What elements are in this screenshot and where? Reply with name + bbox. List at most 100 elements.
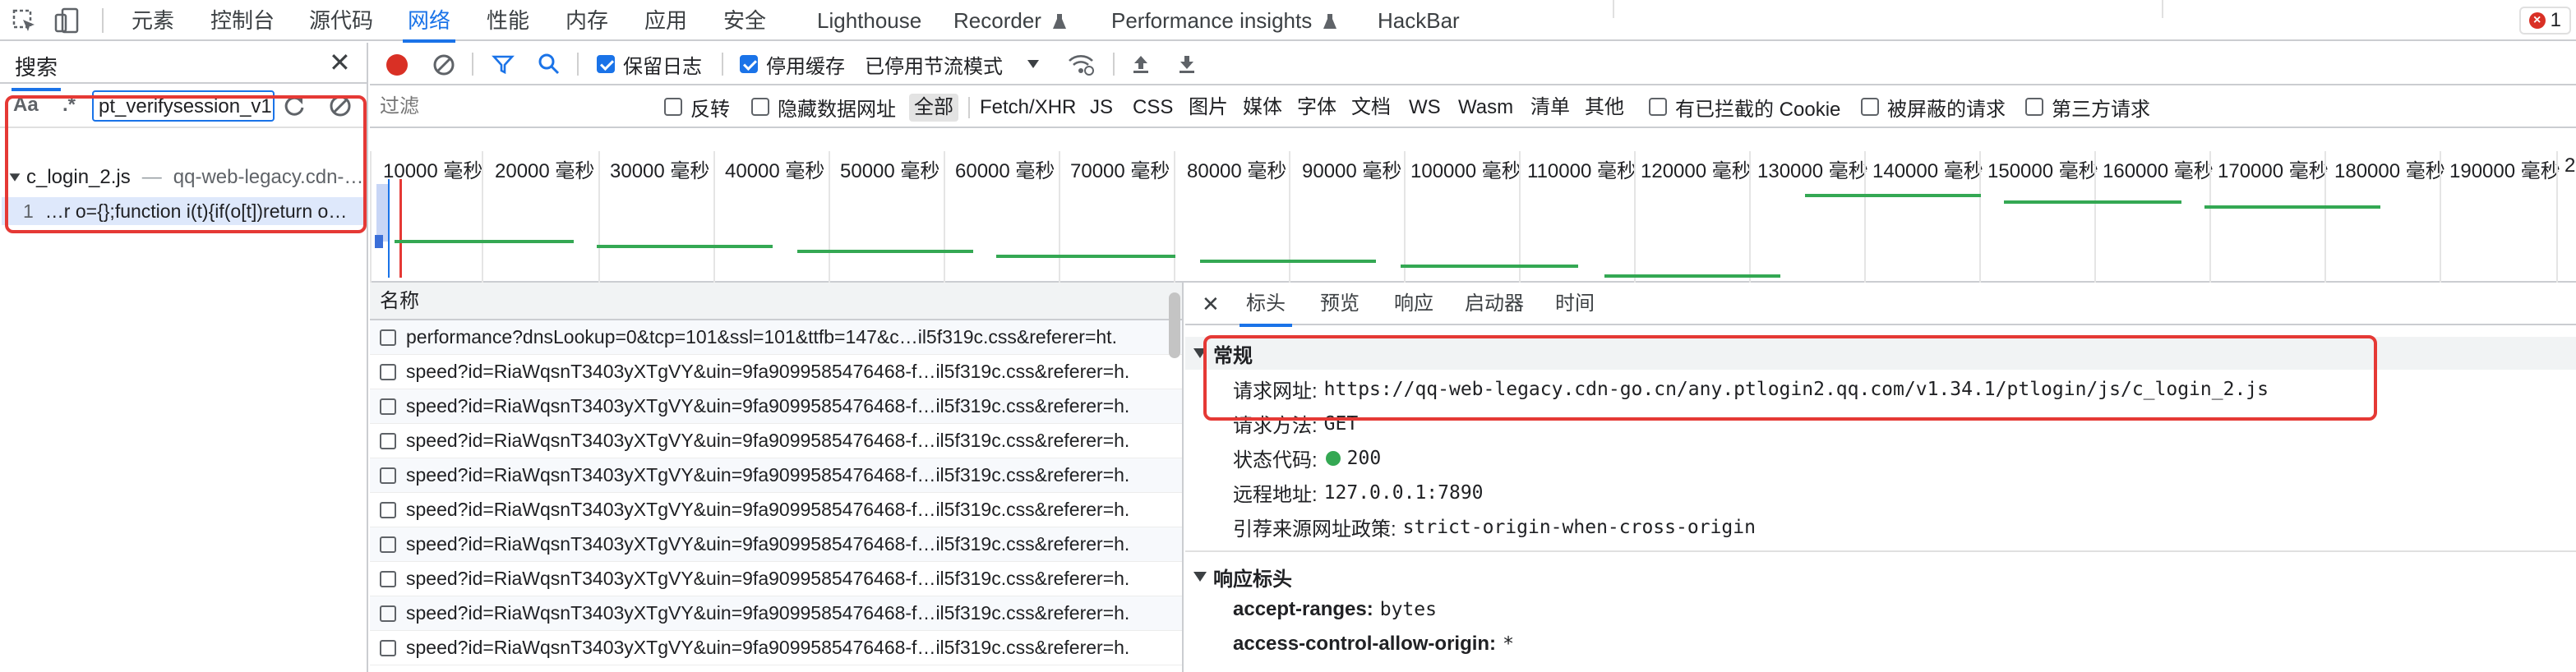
highlight-box-request-url bbox=[1203, 335, 2377, 421]
search-panel-title[interactable]: 搜索 bbox=[11, 51, 62, 91]
tick-line bbox=[1634, 151, 1636, 283]
invert-checkbox[interactable]: 反转 bbox=[664, 85, 730, 128]
tab-timing[interactable]: 时间 bbox=[1555, 283, 1595, 325]
tick-label: 130000 毫秒 bbox=[1757, 160, 1868, 182]
tab-elements[interactable]: 元素 bbox=[132, 0, 174, 41]
network-conditions-icon[interactable] bbox=[1067, 51, 1095, 77]
tab-lighthouse[interactable]: Lighthouse bbox=[817, 0, 921, 41]
request-name: speed?id=RiaWqsnT3403yXTgVY&uin=9fa90995… bbox=[406, 464, 1130, 486]
record-icon[interactable] bbox=[386, 54, 408, 76]
timing-bar bbox=[395, 240, 574, 243]
request-name: performance?dnsLookup=0&tcp=101&ssl=101&… bbox=[406, 326, 1117, 348]
preserve-log-checkbox[interactable]: 保留日志 bbox=[597, 43, 702, 85]
filter-type-css[interactable]: CSS bbox=[1129, 94, 1176, 122]
import-har-icon[interactable] bbox=[1129, 53, 1152, 76]
table-row[interactable]: speed?id=RiaWqsnT3403yXTgVY&uin=9fa90995… bbox=[370, 596, 1182, 631]
expand-caret-icon bbox=[1193, 572, 1207, 582]
row-checkbox[interactable] bbox=[380, 605, 396, 622]
filter-type-img[interactable]: 图片 bbox=[1185, 94, 1231, 122]
tab-performance-insights[interactable]: Performance insights bbox=[1111, 0, 1337, 41]
request-name: speed?id=RiaWqsnT3403yXTgVY&uin=9fa90995… bbox=[406, 499, 1130, 520]
third-party-checkbox[interactable]: 第三方请求 bbox=[2025, 85, 2150, 128]
table-row[interactable]: speed?id=RiaWqsnT3403yXTgVY&uin=9fa90995… bbox=[370, 493, 1182, 527]
tab-headers[interactable]: 标头 bbox=[1240, 283, 1292, 327]
filter-type-font[interactable]: 字体 bbox=[1294, 94, 1340, 122]
tab-performance[interactable]: 性能 bbox=[487, 0, 529, 41]
table-row[interactable]: speed?id=RiaWqsnT3403yXTgVY&uin=9fa90995… bbox=[370, 389, 1182, 424]
table-row[interactable]: speed?id=RiaWqsnT3403yXTgVY&uin=9fa90995… bbox=[370, 424, 1182, 458]
tab-separator bbox=[102, 8, 104, 33]
tab-network[interactable]: 网络 bbox=[402, 0, 456, 43]
table-row[interactable]: speed?id=RiaWqsnT3403yXTgVY&uin=9fa90995… bbox=[370, 631, 1182, 665]
filter-type-ws[interactable]: WS bbox=[1406, 94, 1444, 122]
row-checkbox[interactable] bbox=[380, 467, 396, 484]
tick-label: 20000 毫秒 bbox=[495, 160, 595, 182]
error-count-badge[interactable]: × 1 bbox=[2518, 7, 2571, 35]
search-icon[interactable] bbox=[538, 53, 561, 76]
tab-hackbar[interactable]: HackBar bbox=[1378, 0, 1460, 41]
filter-type-all[interactable]: 全部 bbox=[909, 94, 958, 122]
clear-log-icon[interactable] bbox=[432, 53, 455, 76]
table-row[interactable]: speed?id=RiaWqsnT3403yXTgVY&uin=9fa90995… bbox=[370, 458, 1182, 493]
tab-console[interactable]: 控制台 bbox=[210, 0, 275, 41]
name-column-header[interactable]: 名称 bbox=[370, 283, 1182, 320]
filter-type-fetch-xhr[interactable]: Fetch/XHR bbox=[976, 94, 1079, 122]
filter-type-manifest[interactable]: 清单 bbox=[1527, 94, 1573, 122]
row-checkbox[interactable] bbox=[380, 432, 396, 449]
tab-sources[interactable]: 源代码 bbox=[309, 0, 373, 41]
tab-application[interactable]: 应用 bbox=[644, 0, 687, 41]
filter-input[interactable] bbox=[380, 92, 651, 122]
blocked-requests-label: 被屏蔽的请求 bbox=[1887, 98, 2006, 121]
table-row[interactable]: speed?id=RiaWqsnT3403yXTgVY&uin=9fa90995… bbox=[370, 355, 1182, 389]
inspect-element-icon[interactable] bbox=[12, 8, 38, 35]
tab-recorder-label: Recorder bbox=[953, 8, 1041, 33]
tab-memory[interactable]: 内存 bbox=[566, 0, 608, 41]
tab-initiator[interactable]: 启动器 bbox=[1465, 283, 1524, 325]
tick-line bbox=[829, 151, 830, 283]
throttling-select[interactable]: 已停用节流模式 bbox=[865, 43, 1039, 85]
request-name: speed?id=RiaWqsnT3403yXTgVY&uin=9fa90995… bbox=[406, 568, 1130, 589]
tick-line bbox=[1519, 151, 1521, 283]
table-row[interactable]: performance?dnsLookup=0&tcp=101&ssl=101&… bbox=[370, 320, 1182, 355]
filter-type-wasm[interactable]: Wasm bbox=[1455, 94, 1517, 122]
row-checkbox[interactable] bbox=[380, 570, 396, 587]
header-name: access-control-allow-origin: bbox=[1233, 633, 1497, 655]
tab-preview[interactable]: 预览 bbox=[1320, 283, 1360, 325]
blocked-cookies-checkbox[interactable]: 有已拦截的 Cookie bbox=[1649, 85, 1840, 128]
row-checkbox[interactable] bbox=[380, 398, 396, 415]
disable-cache-checkbox[interactable]: 停用缓存 bbox=[740, 43, 845, 85]
filter-icon[interactable] bbox=[492, 53, 515, 76]
timing-bar bbox=[1805, 194, 1981, 197]
close-icon[interactable]: ✕ bbox=[329, 49, 351, 76]
filter-type-doc[interactable]: 文档 bbox=[1348, 94, 1394, 122]
scrollbar[interactable] bbox=[1169, 292, 1180, 358]
tab-security[interactable]: 安全 bbox=[723, 0, 766, 41]
toolbar-separator bbox=[722, 53, 723, 76]
request-name: speed?id=RiaWqsnT3403yXTgVY&uin=9fa90995… bbox=[406, 637, 1130, 658]
tab-response[interactable]: 响应 bbox=[1394, 283, 1433, 325]
filter-type-js[interactable]: JS bbox=[1087, 94, 1116, 122]
hide-data-urls-checkbox[interactable]: 隐藏数据网址 bbox=[751, 85, 896, 128]
tick-line bbox=[944, 151, 945, 283]
blocked-requests-checkbox[interactable]: 被屏蔽的请求 bbox=[1861, 85, 2006, 128]
tab-recorder[interactable]: Recorder bbox=[953, 0, 1067, 41]
row-checkbox[interactable] bbox=[380, 536, 396, 553]
table-row[interactable]: speed?id=RiaWqsnT3403yXTgVY&uin=9fa90995… bbox=[370, 527, 1182, 562]
row-checkbox[interactable] bbox=[380, 363, 396, 380]
row-checkbox[interactable] bbox=[380, 639, 396, 656]
table-row[interactable]: speed?id=RiaWqsnT3403yXTgVY&uin=9fa90995… bbox=[370, 562, 1182, 596]
tick-label: 150000 毫秒 bbox=[1987, 160, 2098, 182]
filter-type-other[interactable]: 其他 bbox=[1581, 94, 1627, 122]
toolbar-separator bbox=[472, 53, 473, 76]
export-har-icon[interactable] bbox=[1175, 53, 1198, 76]
device-toolbar-icon[interactable] bbox=[53, 7, 81, 35]
tab-performance-insights-label: Performance insights bbox=[1111, 8, 1313, 33]
response-headers-section-header[interactable]: 响应标头 bbox=[1185, 560, 2576, 593]
network-overview-timeline[interactable]: 10000 毫秒 20000 毫秒 30000 毫秒 40000 毫秒 5000… bbox=[370, 128, 2576, 283]
request-name: speed?id=RiaWqsnT3403yXTgVY&uin=9fa90995… bbox=[406, 533, 1130, 555]
request-list: 名称 performance?dnsLookup=0&tcp=101&ssl=1… bbox=[370, 283, 1184, 672]
row-checkbox[interactable] bbox=[380, 501, 396, 518]
filter-type-media[interactable]: 媒体 bbox=[1240, 94, 1286, 122]
close-details-icon[interactable]: ✕ bbox=[1202, 291, 1220, 317]
row-checkbox[interactable] bbox=[380, 329, 396, 346]
